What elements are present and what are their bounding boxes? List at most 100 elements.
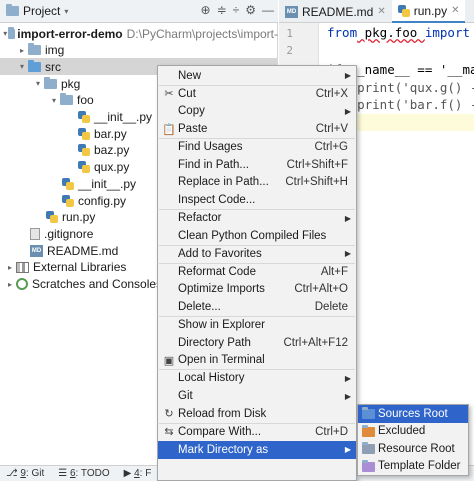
tree-item-label: .gitignore — [44, 226, 94, 241]
menu-item-label: New — [178, 69, 202, 82]
menu-item-reformat-code[interactable]: Reformat Code Alt+F — [158, 263, 356, 281]
menu-item-label: Find Usages — [178, 141, 243, 154]
compare-icon: ⇆ — [164, 426, 174, 439]
menu-item-show-in-explorer[interactable]: Show in Explorer — [158, 316, 356, 334]
tab-readme[interactable]: MD README.md ✕ — [279, 0, 392, 23]
menu-item-replace-in-path[interactable]: Replace in Path... Ctrl+Shift+H — [158, 174, 356, 192]
menu-item-add-to-favorites[interactable]: Add to Favorites ▶ — [158, 245, 356, 263]
markdown-file-icon: MD — [285, 5, 298, 18]
folder-icon — [28, 43, 41, 56]
markdown-file-icon: MD — [30, 244, 43, 257]
chevron-down-icon[interactable]: ▾ — [16, 62, 28, 71]
tree-item-label: run.py — [62, 210, 96, 225]
menu-item-cut[interactable]: ✂ Cut Ctrl+X — [158, 85, 356, 103]
submenu-arrow-icon: ▶ — [344, 445, 351, 455]
menu-item-delete[interactable]: Delete... Delete — [158, 298, 356, 316]
menu-item-label: Show in Explorer — [178, 319, 265, 332]
tree-item-label: foo — [77, 93, 94, 108]
python-file-icon — [397, 4, 410, 17]
menu-item-optimize-imports[interactable]: Optimize Imports Ctrl+Alt+O — [158, 281, 356, 299]
menu-item-label: Add to Favorites — [178, 247, 262, 260]
submenu-arrow-icon: ▶ — [344, 391, 351, 401]
chevron-right-icon[interactable]: ▸ — [4, 280, 16, 289]
scratch-icon — [16, 278, 28, 290]
gear-icon[interactable]: ⚙ — [245, 3, 256, 17]
menu-item-paste[interactable]: 📋 Paste Ctrl+V — [158, 120, 356, 138]
menu-item-label: Cut — [178, 87, 196, 100]
menu-item-label: Replace in Path... — [178, 176, 269, 189]
menu-item-mark-directory-as[interactable]: Mark Directory as ▶ — [158, 441, 356, 459]
source-folder-icon — [28, 59, 41, 72]
tab-run-py[interactable]: run.py ✕ — [391, 0, 466, 23]
menu-item-label: Clean Python Compiled Files — [178, 229, 327, 242]
menu-item-shortcut: Delete — [314, 301, 348, 314]
menu-item-label: Directory Path — [178, 336, 251, 349]
tree-item-label: img — [45, 43, 65, 58]
terminal-icon: ▣ — [163, 354, 175, 367]
editor-tabs: MD README.md ✕ run.py ✕ — [279, 0, 474, 23]
project-panel-title: Project — [23, 4, 61, 18]
menu-item-open-in-terminal[interactable]: ▣ Open in Terminal — [158, 352, 356, 370]
menu-item-local-history[interactable]: Local History ▶ — [158, 370, 356, 388]
code-line[interactable]: from pkg.foo import b — [327, 25, 474, 40]
submenu-item-resource-root[interactable]: Resource Root — [358, 440, 468, 458]
tree-item-label: __init__.py — [78, 176, 137, 191]
chevron-down-icon: ▾ — [64, 6, 69, 16]
git-tool-button[interactable]: ⎇ 9: Git — [6, 468, 44, 479]
menu-item-refactor[interactable]: Refactor ▶ — [158, 209, 356, 227]
menu-item-label: Local History — [178, 372, 245, 385]
chevron-right-icon[interactable]: ▸ — [4, 263, 16, 272]
close-icon[interactable]: ✕ — [451, 5, 459, 16]
todo-tool-button[interactable]: ☰ 6: TODO — [58, 468, 109, 479]
submenu-item-sources-root[interactable]: Sources Root — [358, 405, 468, 423]
menu-item-directory-path[interactable]: Directory Path Ctrl+Alt+F12 — [158, 334, 356, 352]
submenu-item-excluded[interactable]: Excluded — [358, 423, 468, 441]
menu-item-label: Compare With... — [178, 425, 262, 438]
menu-item-compare-with[interactable]: ⇆ Compare With... Ctrl+D — [158, 423, 356, 441]
collapse-all-icon[interactable]: ≑ — [217, 3, 227, 17]
library-icon — [16, 261, 29, 273]
menu-item-copy[interactable]: Copy ▶ — [158, 103, 356, 121]
chevron-right-icon[interactable]: ▸ — [16, 46, 28, 55]
tree-item-label: import-error-demo — [17, 26, 123, 41]
python-file-icon — [46, 211, 58, 224]
menu-item-new[interactable]: New ▶ — [158, 67, 356, 85]
menu-item-reload-from-disk[interactable]: ↻ Reload from Disk — [158, 405, 356, 423]
menu-item-label: Open in Terminal — [178, 354, 265, 367]
close-icon[interactable]: ✕ — [377, 6, 385, 17]
menu-item-clean-python-compiled-files[interactable]: Clean Python Compiled Files — [158, 227, 356, 245]
tree-item-label: pkg — [61, 76, 81, 91]
submenu-arrow-icon: ▶ — [344, 249, 351, 259]
folder-icon — [6, 4, 19, 16]
submenu-item-label: Excluded — [378, 425, 426, 438]
folder-icon — [8, 26, 16, 39]
project-view-selector[interactable]: Project ▾ — [6, 4, 68, 18]
tree-item-label: src — [45, 59, 61, 74]
menu-item-find-usages[interactable]: Find Usages Ctrl+G — [158, 138, 356, 156]
expand-all-icon[interactable]: ÷ — [233, 3, 240, 17]
menu-item-git[interactable]: Git ▶ — [158, 387, 356, 405]
menu-item-label: Inspect Code... — [178, 193, 256, 206]
python-file-icon — [62, 194, 74, 207]
find-tool-button[interactable]: ▶ 4: F — [124, 468, 152, 479]
hide-icon[interactable]: — — [262, 3, 274, 17]
tree-item-label: baz.py — [94, 143, 130, 158]
python-file-icon — [78, 127, 90, 140]
menu-item-label: Reformat Code — [178, 265, 256, 278]
scissors-icon: ✂ — [164, 88, 174, 101]
tab-label: README.md — [302, 4, 374, 19]
mark-directory-submenu: Sources Root Excluded Resource Root Templat… — [357, 404, 469, 476]
locate-icon[interactable]: ⊕ — [201, 3, 211, 17]
reload-icon: ↻ — [164, 408, 174, 421]
menu-item-find-in-path[interactable]: Find in Path... Ctrl+Shift+F — [158, 156, 356, 174]
submenu-item-template-folder[interactable]: Template Folder — [358, 458, 468, 476]
chevron-down-icon[interactable]: ▾ — [32, 79, 44, 88]
menu-item-label: Reload from Disk — [178, 407, 267, 420]
tree-item[interactable]: ▾ import-error-demo D:\PyCharm\projects\im… — [0, 25, 278, 42]
chevron-down-icon[interactable]: ▾ — [48, 96, 60, 105]
menu-item-inspect-code[interactable]: Inspect Code... — [158, 191, 356, 209]
tree-item-path: D:\PyCharm\projects\import- — [126, 26, 278, 41]
submenu-arrow-icon: ▶ — [344, 373, 351, 383]
tree-item[interactable]: ▸ img — [0, 42, 278, 59]
tree-item-label: External Libraries — [33, 260, 127, 275]
